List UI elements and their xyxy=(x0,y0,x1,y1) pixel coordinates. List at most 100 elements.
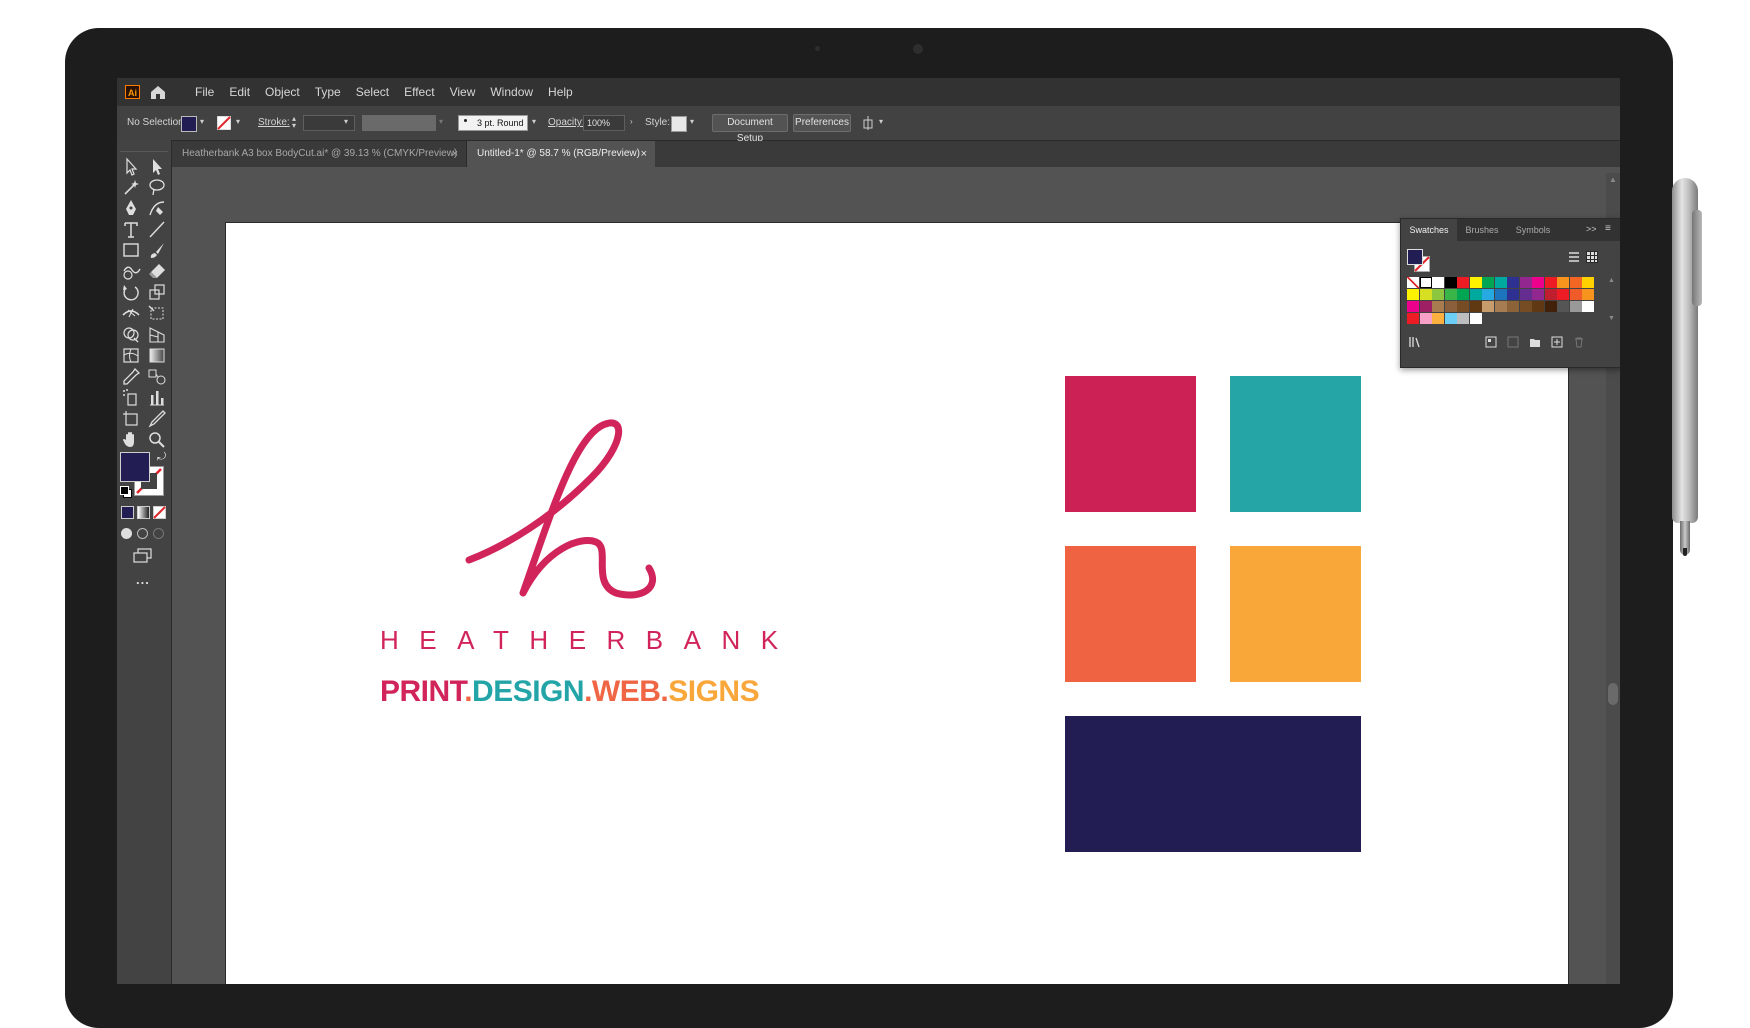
selection-tool-icon[interactable] xyxy=(120,156,142,177)
home-icon[interactable] xyxy=(149,83,167,101)
color-swatch[interactable] xyxy=(1557,277,1569,288)
color-swatch[interactable] xyxy=(1407,289,1419,300)
type-tool-icon[interactable] xyxy=(120,219,142,240)
swatch-scroll-up-icon[interactable]: ▲ xyxy=(1608,277,1615,284)
mesh-tool-icon[interactable] xyxy=(120,345,142,366)
new-swatch-icon[interactable] xyxy=(1551,336,1563,348)
document-setup-button[interactable]: Document Setup xyxy=(712,114,788,144)
scroll-thumb[interactable] xyxy=(1608,683,1618,705)
color-swatch[interactable] xyxy=(1582,277,1594,288)
arrange-dropdown-icon[interactable]: ▾ xyxy=(879,118,887,126)
menu-select[interactable]: Select xyxy=(356,78,389,106)
color-swatch[interactable] xyxy=(1444,289,1457,300)
swatch-options-icon[interactable] xyxy=(1507,336,1519,348)
color-swatch[interactable] xyxy=(1419,289,1432,300)
color-swatch[interactable] xyxy=(1582,289,1594,300)
color-swatch[interactable] xyxy=(1469,277,1482,288)
palette-swatch-teal[interactable] xyxy=(1230,376,1361,512)
perspective-grid-tool-icon[interactable] xyxy=(146,324,168,345)
palette-swatch-navy[interactable] xyxy=(1065,716,1361,852)
shape-builder-tool-icon[interactable] xyxy=(120,324,142,345)
gradient-tool-icon[interactable] xyxy=(146,345,168,366)
draw-inside-icon[interactable] xyxy=(153,528,164,539)
column-graph-tool-icon[interactable] xyxy=(146,387,168,408)
scale-tool-icon[interactable] xyxy=(146,282,168,303)
symbol-sprayer-tool-icon[interactable] xyxy=(120,387,142,408)
color-swatch[interactable] xyxy=(1507,277,1519,288)
color-swatch[interactable] xyxy=(1507,301,1519,312)
color-swatch[interactable] xyxy=(1457,301,1469,312)
color-swatch[interactable] xyxy=(1557,301,1569,312)
color-swatch[interactable] xyxy=(1432,289,1444,300)
rotate-tool-icon[interactable] xyxy=(120,282,142,303)
color-swatch[interactable] xyxy=(1482,277,1494,288)
color-swatch[interactable] xyxy=(1419,277,1432,288)
thumbnail-view-icon[interactable] xyxy=(1586,251,1598,263)
default-fill-stroke-icon[interactable] xyxy=(120,486,132,498)
color-swatch[interactable] xyxy=(1519,289,1532,300)
color-swatch[interactable] xyxy=(1457,277,1469,288)
fill-swatch[interactable] xyxy=(181,116,197,132)
color-swatch[interactable] xyxy=(1557,289,1569,300)
change-screen-mode-icon[interactable] xyxy=(133,548,153,564)
color-swatch[interactable] xyxy=(1469,289,1482,300)
close-tab-icon[interactable]: × xyxy=(641,141,647,167)
shaper-tool-icon[interactable] xyxy=(120,261,142,282)
color-swatch[interactable] xyxy=(1419,301,1432,312)
panel-menu-icon[interactable]: ≡ xyxy=(1605,223,1611,234)
fill-dropdown-icon[interactable]: ▾ xyxy=(200,118,208,126)
menu-effect[interactable]: Effect xyxy=(404,78,434,106)
color-swatch[interactable] xyxy=(1444,313,1457,324)
color-swatch[interactable] xyxy=(1432,313,1444,324)
tab-heatherbank-box[interactable]: Heatherbank A3 box BodyCut.ai* @ 39.13 %… xyxy=(172,141,467,167)
line-segment-tool-icon[interactable] xyxy=(146,219,168,240)
color-swatch[interactable] xyxy=(1532,289,1544,300)
palette-swatch-pink[interactable] xyxy=(1065,376,1196,512)
stroke-dropdown-icon[interactable]: ▾ xyxy=(236,118,244,126)
color-swatch[interactable] xyxy=(1482,289,1494,300)
color-swatch[interactable] xyxy=(1532,301,1544,312)
panel-fill-preview[interactable] xyxy=(1407,249,1423,265)
color-swatch[interactable] xyxy=(1407,277,1419,288)
color-swatch[interactable] xyxy=(1444,301,1457,312)
color-swatch[interactable] xyxy=(1507,289,1519,300)
color-mode-button[interactable] xyxy=(121,506,134,519)
gradient-mode-button[interactable] xyxy=(137,506,150,519)
width-tool-icon[interactable] xyxy=(120,303,142,324)
menu-view[interactable]: View xyxy=(450,78,476,106)
artboard-tool-icon[interactable] xyxy=(120,408,142,429)
graphic-style-swatch[interactable] xyxy=(671,116,687,132)
tools-panel-grip[interactable] xyxy=(120,143,168,152)
color-swatch[interactable] xyxy=(1419,313,1432,324)
eraser-tool-icon[interactable] xyxy=(146,261,168,282)
color-swatch[interactable] xyxy=(1407,313,1419,324)
color-swatch[interactable] xyxy=(1432,277,1444,288)
preferences-button[interactable]: Preferences xyxy=(793,114,851,132)
tab-brushes[interactable]: Brushes xyxy=(1457,219,1507,241)
color-swatch[interactable] xyxy=(1569,289,1582,300)
palette-swatch-orange[interactable] xyxy=(1065,546,1196,682)
none-mode-button[interactable] xyxy=(153,506,166,519)
palette-swatch-yellow[interactable] xyxy=(1230,546,1361,682)
swap-fill-stroke-icon[interactable]: ⤾ xyxy=(157,451,166,464)
color-swatch[interactable] xyxy=(1494,277,1507,288)
color-swatch[interactable] xyxy=(1494,301,1507,312)
opacity-input[interactable]: 100% xyxy=(583,115,625,131)
color-swatch[interactable] xyxy=(1519,277,1532,288)
lasso-tool-icon[interactable] xyxy=(146,177,168,198)
color-swatch[interactable] xyxy=(1544,301,1557,312)
curvature-tool-icon[interactable] xyxy=(146,198,168,219)
color-swatch[interactable] xyxy=(1457,313,1469,324)
color-swatch[interactable] xyxy=(1469,313,1482,324)
slice-tool-icon[interactable] xyxy=(146,408,168,429)
color-swatch[interactable] xyxy=(1544,277,1557,288)
color-swatch[interactable] xyxy=(1482,301,1494,312)
swatch-libraries-icon[interactable] xyxy=(1409,336,1421,348)
close-tab-icon[interactable]: × xyxy=(452,141,458,167)
color-swatch[interactable] xyxy=(1582,301,1594,312)
fill-color-box[interactable] xyxy=(120,452,150,482)
pen-tool-icon[interactable] xyxy=(120,198,142,219)
draw-normal-icon[interactable] xyxy=(121,528,132,539)
direct-selection-tool-icon[interactable] xyxy=(146,156,168,177)
profile-dropdown-icon[interactable]: ▾ xyxy=(439,118,447,126)
